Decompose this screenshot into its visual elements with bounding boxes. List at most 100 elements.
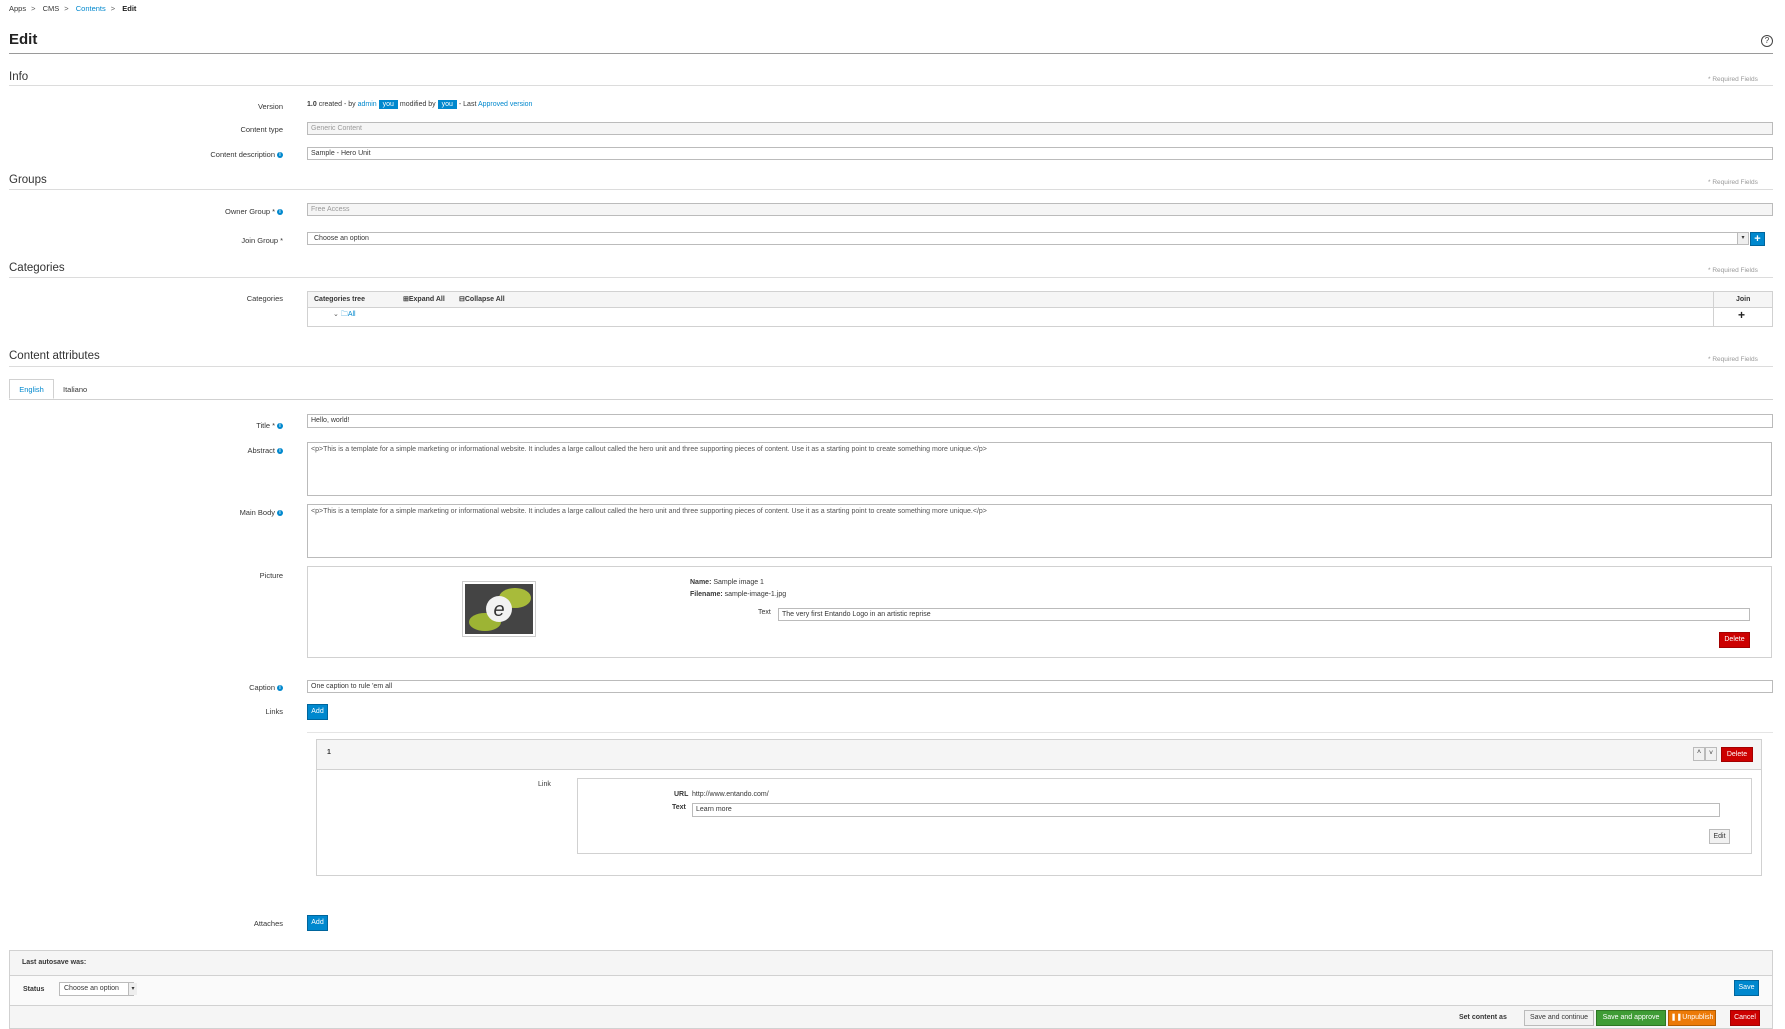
picture-name-value: Sample image 1	[713, 579, 764, 586]
expand-all-button[interactable]: ⊞Expand All	[403, 295, 445, 303]
created-by-text: created - by	[318, 101, 356, 108]
created-by-user-link[interactable]: admin	[358, 101, 377, 108]
save-status-button[interactable]: Save	[1734, 980, 1759, 996]
add-attach-button[interactable]: Add	[307, 915, 328, 931]
caret-down-icon: ˅	[1708, 750, 1714, 757]
required-star: *	[280, 236, 283, 245]
unpublish-button[interactable]: ❚❚Unpublish	[1668, 1010, 1716, 1026]
tab-italiano[interactable]: Italiano	[63, 385, 87, 394]
chevron-down-icon[interactable]: ▾	[1737, 233, 1748, 244]
caption-input[interactable]: One caption to rule 'em all	[307, 680, 1773, 693]
categories-tree-table: Categories tree ⊞Expand All ⊟Collapse Al…	[307, 291, 1773, 327]
cancel-button[interactable]: Cancel	[1730, 1010, 1760, 1026]
last-text: - Last	[458, 101, 477, 108]
url-value[interactable]: http://www.entando.com/	[692, 791, 769, 798]
picture-filename-value: sample-image-1.jpg	[724, 591, 787, 598]
attaches-label: Attaches	[253, 919, 283, 928]
pause-icon: ❚❚	[1670, 1014, 1683, 1021]
status-label: Status	[23, 986, 45, 993]
section-title-categories: Categories	[9, 262, 65, 274]
title-divider	[9, 53, 1773, 54]
url-label: URL	[674, 791, 689, 798]
owner-group-label-text: Owner Group	[225, 207, 271, 216]
info-icon[interactable]: i	[277, 152, 283, 159]
info-icon[interactable]: i	[277, 448, 283, 455]
move-down-button[interactable]: ˅	[1705, 747, 1717, 761]
modified-by-text: modified by	[399, 101, 436, 108]
edit-link-button[interactable]: Edit	[1709, 829, 1730, 844]
caret-up-icon: ˄	[1696, 749, 1702, 756]
link-label: Link	[538, 781, 551, 788]
required-note: * Required Fields	[1708, 267, 1758, 274]
expand-all-label: Expand All	[408, 296, 445, 303]
svg-text:e: e	[493, 599, 504, 621]
delete-link-button[interactable]: Delete	[1721, 747, 1753, 762]
main-body-textarea[interactable]: <p>This is a template for a simple marke…	[307, 504, 1772, 558]
tree-node-all[interactable]: ⌄ 🗀All	[333, 310, 356, 321]
caption-label-text: Caption	[249, 683, 275, 692]
breadcrumb-apps[interactable]: Apps	[9, 4, 26, 13]
content-description-label: Content description i	[9, 150, 283, 159]
info-icon[interactable]: i	[277, 209, 283, 216]
add-link-button[interactable]: Add	[307, 704, 328, 720]
caption-label: Caption i	[9, 683, 283, 692]
content-type-field: Generic Content	[307, 122, 1773, 135]
status-select[interactable]: Choose an option	[59, 982, 134, 996]
you-badge: you	[437, 100, 457, 109]
categories-tree-header	[308, 292, 1772, 308]
version-number: 1.0	[307, 101, 317, 108]
unpublish-label: Unpublish	[1682, 1014, 1714, 1021]
join-category-button[interactable]: +	[1738, 308, 1745, 322]
link-detail-box: URL http://www.entando.com/ Text Learn m…	[577, 778, 1752, 854]
info-icon[interactable]: i	[277, 685, 283, 692]
owner-group-field: Free Access	[307, 203, 1773, 216]
you-badge: you	[378, 100, 398, 109]
add-join-group-button[interactable]: +	[1750, 232, 1765, 246]
required-star: *	[272, 207, 275, 216]
info-icon[interactable]: i	[277, 510, 283, 517]
chevron-down-icon[interactable]: ▾	[128, 983, 137, 995]
last-autosave-label: Last autosave was:	[22, 959, 87, 966]
save-and-continue-button[interactable]: Save and continue	[1524, 1010, 1594, 1026]
version-info: 1.0 created - by admin you modified by y…	[307, 100, 532, 109]
picture-name-label: Name:	[690, 579, 712, 586]
picture-filename: Filename: sample-image-1.jpg	[690, 591, 786, 598]
breadcrumb-contents[interactable]: Contents	[76, 4, 106, 13]
link-item: 1 ˄ ˅ Delete Link URL http://www.entando…	[316, 739, 1762, 876]
delete-picture-button[interactable]: Delete	[1719, 632, 1750, 648]
categories-label: Categories	[246, 294, 283, 303]
picture-name: Name: Sample image 1	[690, 579, 764, 586]
required-note: * Required Fields	[1708, 179, 1758, 186]
required-note: * Required Fields	[1708, 76, 1758, 83]
picture-label: Picture	[259, 571, 283, 580]
links-divider	[307, 732, 1773, 733]
move-up-button[interactable]: ˄	[1693, 747, 1705, 761]
help-icon[interactable]: ?	[1761, 35, 1773, 47]
content-description-input[interactable]: Sample - Hero Unit	[307, 147, 1773, 160]
main-body-label: Main Body i	[9, 508, 283, 517]
title-label-text: Title	[256, 421, 271, 430]
join-group-select[interactable]: Choose an option	[307, 232, 1749, 245]
abstract-textarea[interactable]: <p>This is a template for a simple marke…	[307, 442, 1772, 496]
link-text-input[interactable]: Learn more	[692, 803, 1720, 817]
breadcrumb-cms[interactable]: CMS	[43, 4, 60, 13]
save-and-approve-button[interactable]: Save and approve	[1596, 1010, 1666, 1026]
edit-content-page: Apps > CMS > Contents > Edit Edit ? Info * …	[0, 0, 1785, 1029]
entando-logo: e	[462, 581, 536, 637]
picture-box: e Name: Sample image 1 Filename: sample-…	[307, 566, 1772, 658]
info-icon[interactable]: i	[277, 423, 283, 430]
title-input[interactable]: Hello, world!	[307, 414, 1773, 428]
collapse-all-label: Collapse All	[464, 296, 505, 303]
required-note: * Required Fields	[1708, 356, 1758, 363]
tab-english[interactable]: English	[9, 379, 54, 399]
link-text-label: Text	[672, 804, 686, 811]
section-divider	[9, 189, 1773, 190]
categories-tree-heading: Categories tree	[314, 296, 365, 303]
abstract-label-text: Abstract	[247, 446, 275, 455]
approved-version-link[interactable]: Approved version	[478, 101, 532, 108]
join-group-label-text: Join Group	[241, 236, 279, 245]
links-label: Links	[265, 707, 283, 716]
picture-text-input[interactable]: The very first Entando Logo in an artist…	[778, 608, 1750, 621]
collapse-all-button[interactable]: ⊟Collapse All	[459, 295, 505, 303]
title-label: Title * i	[9, 421, 283, 430]
